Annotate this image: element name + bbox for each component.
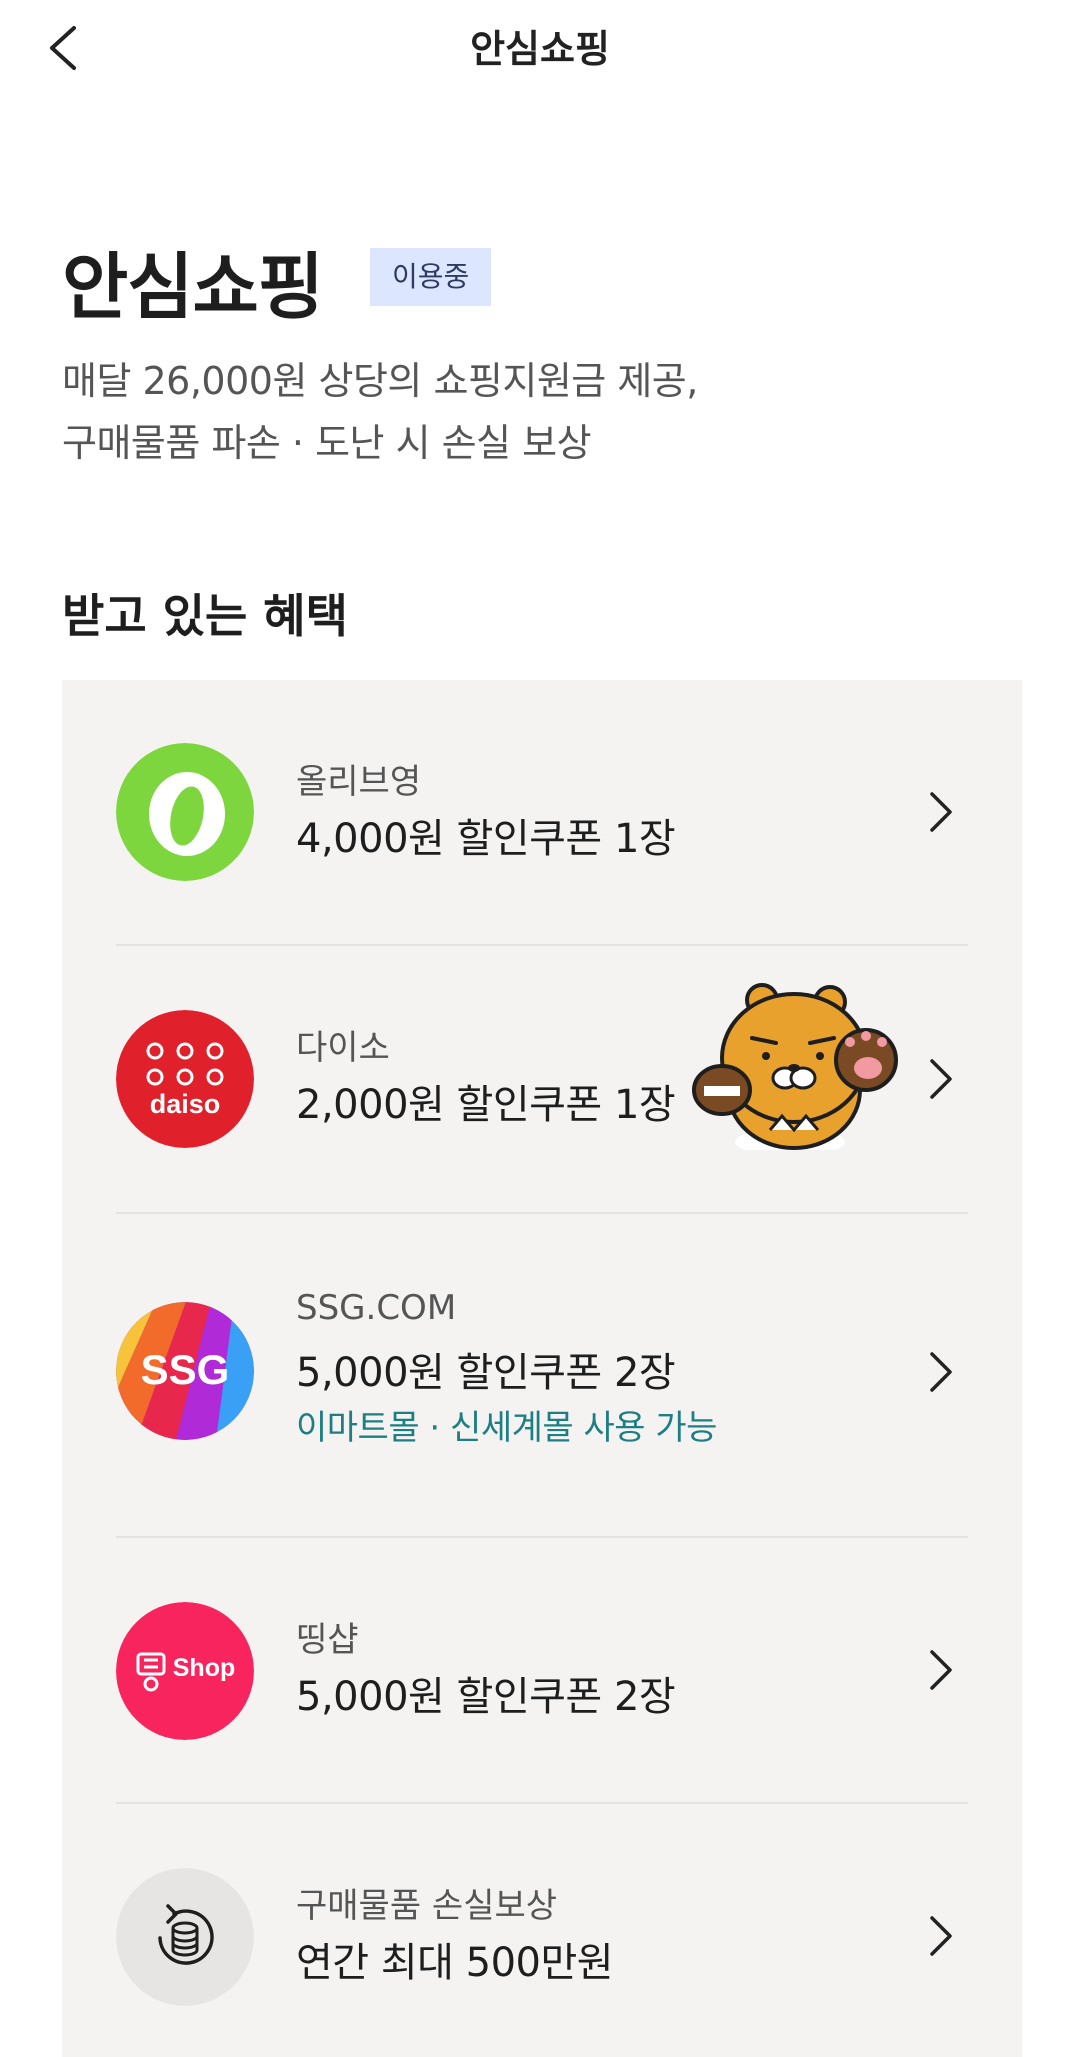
benefit-brand: SSG.COM (296, 1288, 457, 1328)
ssg-logo-icon: SSG (116, 1302, 254, 1440)
hero-description-line-1: 매달 26,000원 상당의 쇼핑지원금 제공, (62, 359, 698, 403)
top-bar: 안심쇼핑 (0, 0, 1080, 96)
chevron-right-icon (920, 784, 960, 840)
benefit-brand: 올리브영 (296, 762, 422, 802)
benefit-detail: 5,000원 할인쿠폰 2장 (296, 1674, 676, 1720)
chevron-right-icon (920, 1051, 960, 1107)
benefit-brand: 구매물품 손실보상 (296, 1886, 558, 1926)
section-title: 받고 있는 혜택 (62, 589, 348, 643)
ttingshop-logo-icon: Shop (116, 1602, 254, 1740)
chevron-right-icon (920, 1908, 960, 1964)
hero-description-line-2: 구매물품 파손 · 도난 시 손실 보상 (62, 421, 592, 465)
ssg-logo-text: SSG (141, 1346, 230, 1393)
daiso-logo-icon: daiso (116, 1010, 254, 1148)
benefit-item-ttingshop[interactable]: Shop 띵샵 5,000원 할인쿠폰 2장 (62, 1538, 1022, 1802)
status-badge: 이용중 (370, 248, 492, 306)
ryan-character-illustration (690, 980, 900, 1156)
benefit-item-loss-compensation[interactable]: 구매물품 손실보상 연간 최대 500만원 (62, 1804, 1022, 2057)
daiso-logo-text: daiso (150, 1089, 221, 1119)
coin-refresh-icon (116, 1868, 254, 2006)
chevron-right-icon (920, 1344, 960, 1400)
ttingshop-logo-text: Shop (173, 1654, 236, 1682)
benefit-note: 이마트몰 · 신세계몰 사용 가능 (296, 1408, 717, 1448)
benefit-item-oliveyoung[interactable]: 올리브영 4,000원 할인쿠폰 1장 (62, 680, 1022, 944)
chevron-right-icon (920, 1642, 960, 1698)
page-title: 안심쇼핑 (470, 27, 610, 71)
oliveyoung-logo-icon (116, 743, 254, 881)
benefit-detail: 연간 최대 500만원 (296, 1940, 614, 1986)
hero-title: 안심쇼핑 (62, 245, 324, 329)
benefit-detail: 5,000원 할인쿠폰 2장 (296, 1350, 676, 1396)
benefit-list: 올리브영 4,000원 할인쿠폰 1장 daiso 다이소 2,000원 할인쿠… (62, 680, 1022, 2057)
hero-description: 매달 26,000원 상당의 쇼핑지원금 제공, 구매물품 파손 · 도난 시 … (62, 350, 698, 474)
page: 안심쇼핑 안심쇼핑 이용중 매달 26,000원 상당의 쇼핑지원금 제공, 구… (0, 0, 1080, 2057)
benefit-detail: 2,000원 할인쿠폰 1장 (296, 1082, 676, 1128)
benefit-brand: 띵샵 (296, 1620, 359, 1660)
benefit-detail: 4,000원 할인쿠폰 1장 (296, 816, 676, 862)
benefit-brand: 다이소 (296, 1028, 390, 1068)
benefit-item-ssg[interactable]: SSG SSG.COM 5,000원 할인쿠폰 2장 이마트몰 · 신세계몰 사… (62, 1214, 1022, 1536)
